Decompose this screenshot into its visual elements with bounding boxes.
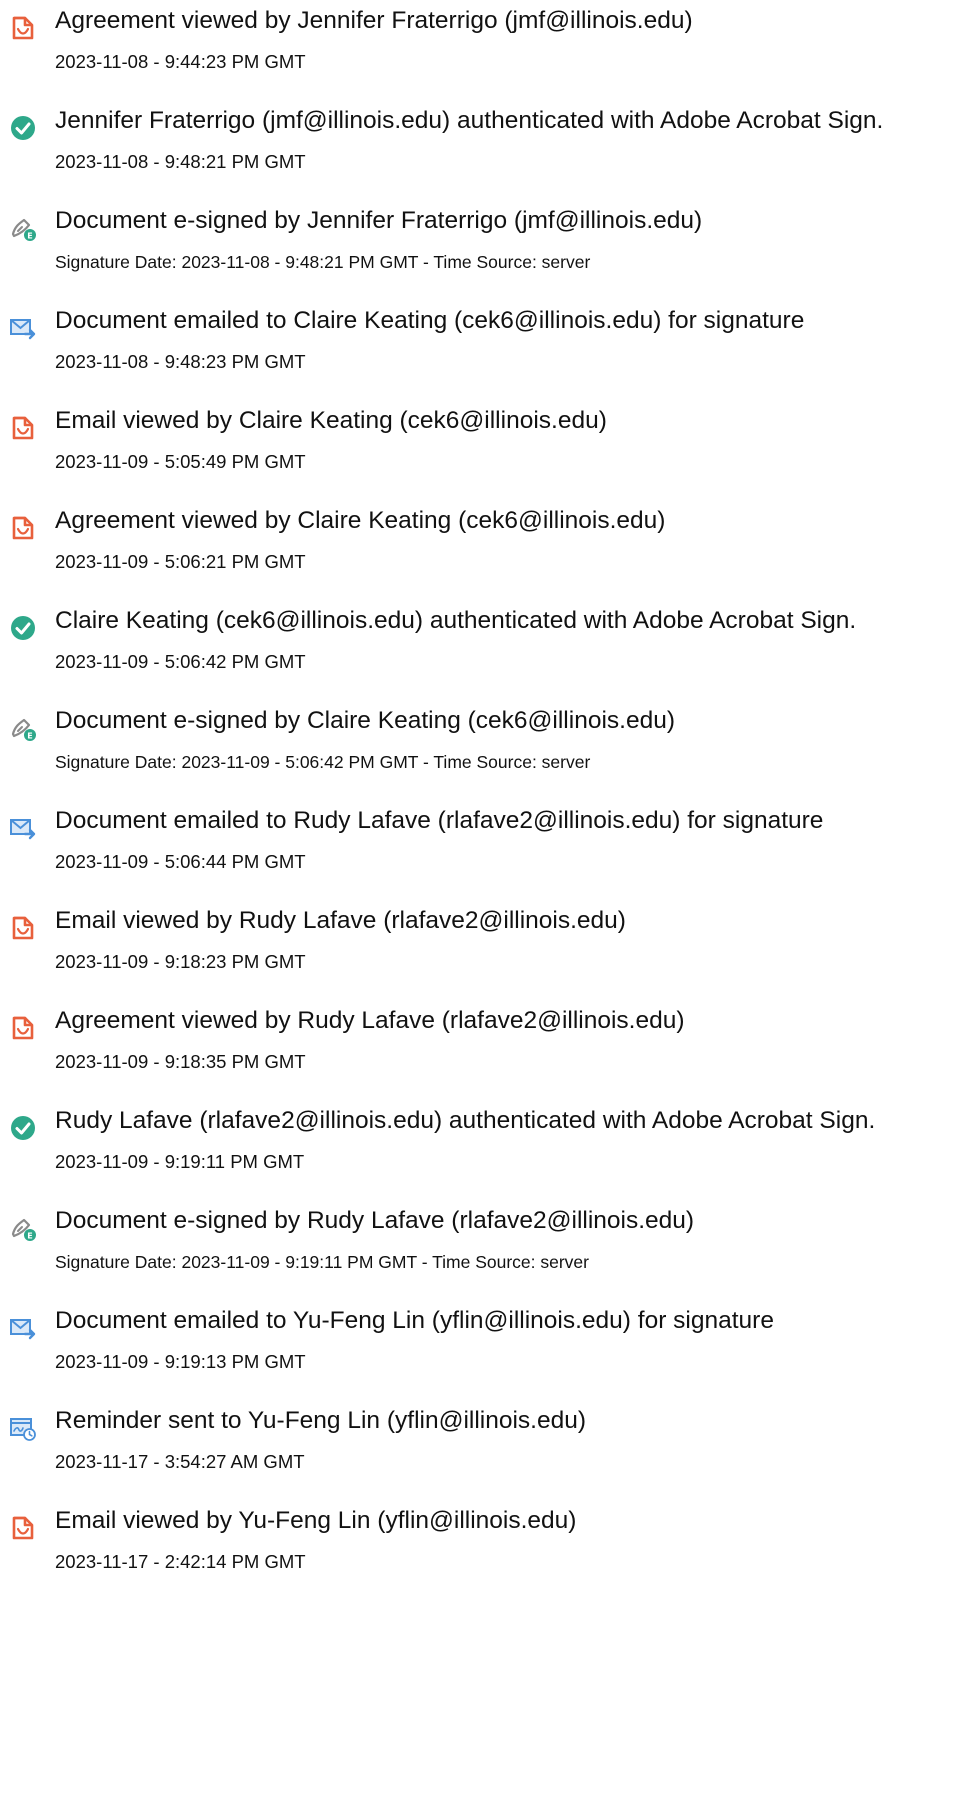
- event-title: Jennifer Fraterrigo (jmf@illinois.edu) a…: [55, 107, 884, 134]
- event-title: Document emailed to Claire Keating (cek6…: [55, 307, 805, 334]
- reminder-clock-icon: [9, 1414, 37, 1442]
- history-entry: Document emailed to Claire Keating (cek6…: [0, 304, 960, 404]
- event-title: Claire Keating (cek6@illinois.edu) authe…: [55, 607, 857, 634]
- document-view-icon: [9, 1014, 37, 1042]
- esign-pen-icon: E: [9, 714, 37, 742]
- history-entry: Rudy Lafave (rlafave2@illinois.edu) auth…: [0, 1104, 960, 1204]
- event-timestamp: 2023-11-17 - 3:54:27 AM GMT: [55, 1451, 305, 1472]
- event-timestamp: 2023-11-09 - 5:06:42 PM GMT: [55, 651, 306, 672]
- event-title: Document emailed to Rudy Lafave (rlafave…: [55, 807, 824, 834]
- esign-pen-icon: E: [9, 1214, 37, 1242]
- history-entry: Jennifer Fraterrigo (jmf@illinois.edu) a…: [0, 104, 960, 204]
- check-circle-icon: [9, 114, 37, 142]
- history-entry: Email viewed by Yu-Feng Lin (yflin@illin…: [0, 1504, 960, 1604]
- event-title: Agreement viewed by Rudy Lafave (rlafave…: [55, 1007, 685, 1034]
- email-send-icon: [9, 814, 37, 842]
- event-timestamp: Signature Date: 2023-11-08 - 9:48:21 PM …: [55, 252, 591, 272]
- event-title: Agreement viewed by Jennifer Fraterrigo …: [55, 7, 693, 34]
- event-title: Document e-signed by Jennifer Fraterrigo…: [55, 207, 703, 234]
- history-entry: Email viewed by Rudy Lafave (rlafave2@il…: [0, 904, 960, 1004]
- svg-text:E: E: [27, 232, 32, 241]
- history-entry: Document emailed to Yu-Feng Lin (yflin@i…: [0, 1304, 960, 1404]
- event-timestamp: Signature Date: 2023-11-09 - 5:06:42 PM …: [55, 752, 591, 772]
- document-view-icon: [9, 14, 37, 42]
- svg-text:E: E: [27, 732, 32, 741]
- event-timestamp: 2023-11-09 - 5:05:49 PM GMT: [55, 451, 306, 472]
- esign-pen-icon: E: [9, 214, 37, 242]
- history-entry: Agreement viewed by Jennifer Fraterrigo …: [0, 4, 960, 104]
- event-title: Email viewed by Claire Keating (cek6@ill…: [55, 407, 607, 434]
- check-circle-icon: [9, 614, 37, 642]
- history-entry: Agreement viewed by Claire Keating (cek6…: [0, 504, 960, 604]
- history-entry: E Document e-signed by Jennifer Fraterri…: [0, 204, 960, 304]
- event-timestamp: 2023-11-09 - 9:18:35 PM GMT: [55, 1051, 306, 1072]
- event-title: Email viewed by Rudy Lafave (rlafave2@il…: [55, 907, 626, 934]
- history-entry: Email viewed by Claire Keating (cek6@ill…: [0, 404, 960, 504]
- event-timestamp: 2023-11-09 - 9:19:11 PM GMT: [55, 1151, 305, 1172]
- svg-text:E: E: [27, 1232, 32, 1241]
- email-send-icon: [9, 314, 37, 342]
- history-entry: Document emailed to Rudy Lafave (rlafave…: [0, 804, 960, 904]
- event-timestamp: 2023-11-17 - 2:42:14 PM GMT: [55, 1551, 306, 1572]
- document-view-icon: [9, 914, 37, 942]
- event-title: Document emailed to Yu-Feng Lin (yflin@i…: [55, 1307, 774, 1334]
- history-entry: Agreement viewed by Rudy Lafave (rlafave…: [0, 1004, 960, 1104]
- event-title: Agreement viewed by Claire Keating (cek6…: [55, 507, 666, 534]
- check-circle-icon: [9, 1114, 37, 1142]
- document-view-icon: [9, 514, 37, 542]
- event-title: Document e-signed by Rudy Lafave (rlafav…: [55, 1207, 695, 1234]
- event-timestamp: 2023-11-08 - 9:48:21 PM GMT: [55, 151, 306, 172]
- history-entry: Claire Keating (cek6@illinois.edu) authe…: [0, 604, 960, 704]
- document-view-icon: [9, 1514, 37, 1542]
- document-view-icon: [9, 414, 37, 442]
- event-timestamp: Signature Date: 2023-11-09 - 9:19:11 PM …: [55, 1252, 589, 1272]
- email-send-icon: [9, 1314, 37, 1342]
- event-title: Reminder sent to Yu-Feng Lin (yflin@illi…: [55, 1407, 587, 1434]
- event-title: Document e-signed by Claire Keating (cek…: [55, 707, 675, 734]
- history-entry: E Document e-signed by Rudy Lafave (rlaf…: [0, 1204, 960, 1304]
- event-timestamp: 2023-11-08 - 9:44:23 PM GMT: [55, 51, 306, 72]
- event-timestamp: 2023-11-09 - 5:06:21 PM GMT: [55, 551, 306, 572]
- event-timestamp: 2023-11-09 - 9:18:23 PM GMT: [55, 951, 306, 972]
- history-entry: E Document e-signed by Claire Keating (c…: [0, 704, 960, 804]
- event-title: Rudy Lafave (rlafave2@illinois.edu) auth…: [55, 1107, 876, 1134]
- event-timestamp: 2023-11-08 - 9:48:23 PM GMT: [55, 351, 306, 372]
- event-title: Email viewed by Yu-Feng Lin (yflin@illin…: [55, 1507, 577, 1534]
- history-entry: Reminder sent to Yu-Feng Lin (yflin@illi…: [0, 1404, 960, 1504]
- event-timestamp: 2023-11-09 - 9:19:13 PM GMT: [55, 1351, 306, 1372]
- event-timestamp: 2023-11-09 - 5:06:44 PM GMT: [55, 851, 306, 872]
